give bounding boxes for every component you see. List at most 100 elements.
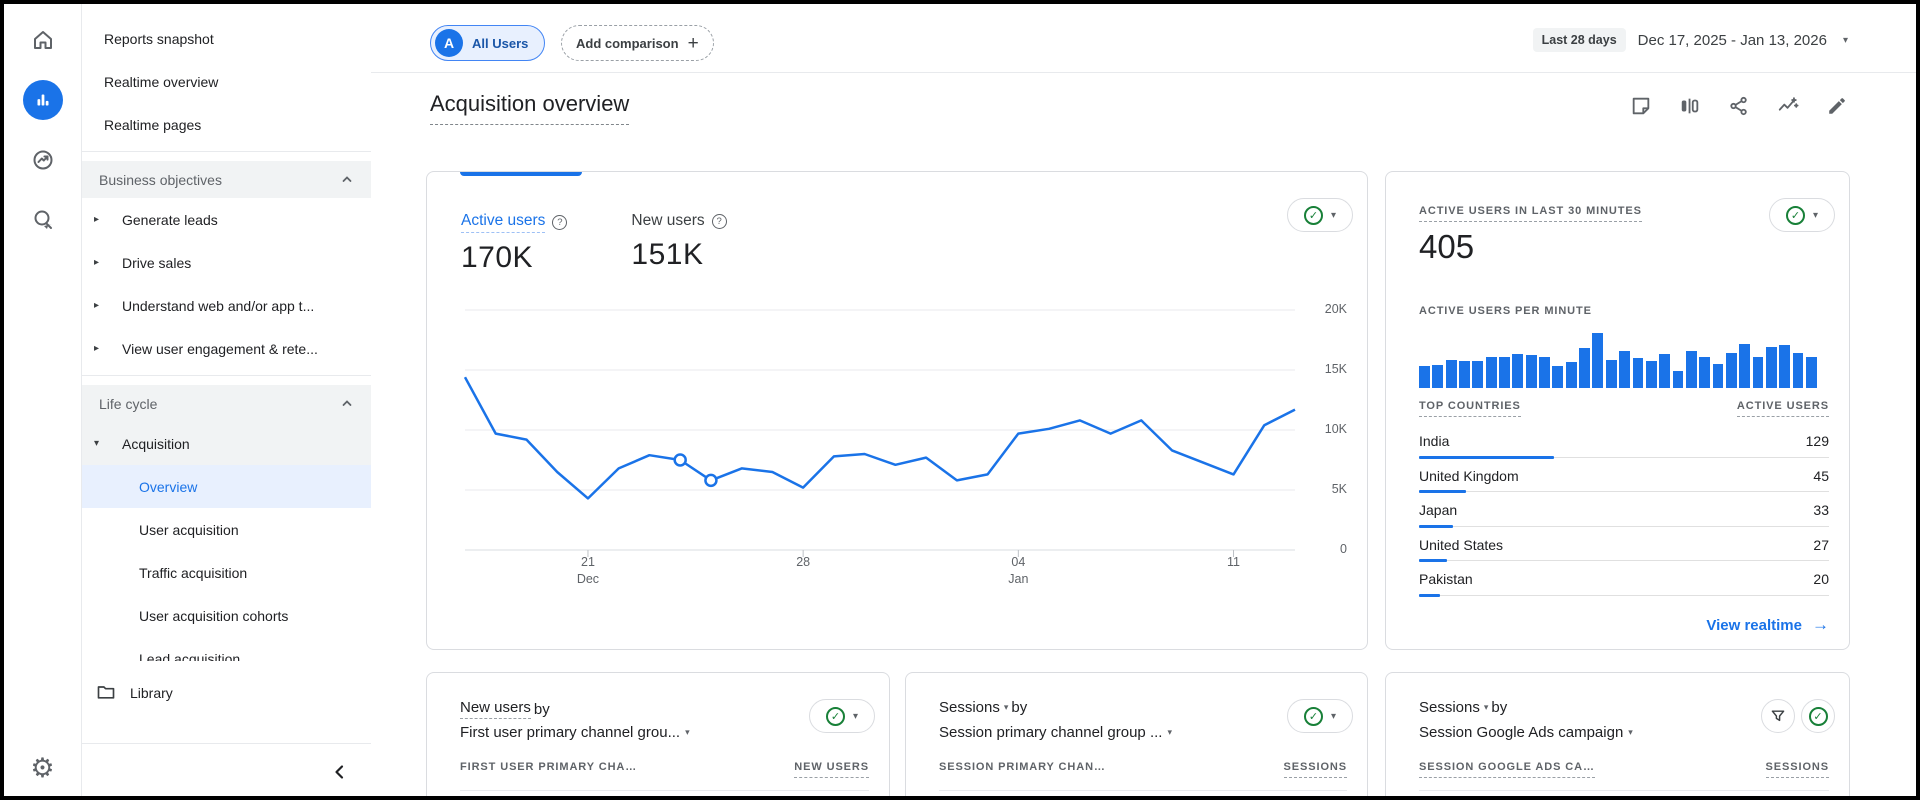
sidebar-item-reports-snapshot[interactable]: Reports snapshot xyxy=(82,17,371,60)
column-header-metric[interactable]: SESSIONS xyxy=(1283,761,1347,778)
sidebar-item-realtime-pages[interactable]: Realtime pages xyxy=(82,103,371,146)
dimension-selector[interactable]: Session primary channel group ... ▾ xyxy=(939,724,1172,741)
per-minute-bar[interactable] xyxy=(1539,356,1550,388)
view-realtime-link[interactable]: View realtime → xyxy=(1706,615,1829,635)
help-icon[interactable]: ? xyxy=(711,213,727,229)
per-minute-bar[interactable] xyxy=(1659,353,1671,388)
per-minute-bar[interactable] xyxy=(1699,356,1711,388)
tree-collapsed-icon[interactable]: ▸ xyxy=(82,214,122,225)
advertising-icon[interactable] xyxy=(23,140,63,180)
sidebar-item-lead-acquisition[interactable]: Lead acquisition xyxy=(82,637,371,662)
column-header-dimension[interactable]: SESSION PRIMARY CHAN… xyxy=(939,761,1106,778)
column-header-metric[interactable]: SESSIONS xyxy=(1765,761,1829,778)
per-minute-bar[interactable] xyxy=(1419,366,1430,388)
sidebar-section-life-cycle[interactable]: Life cycle xyxy=(82,385,371,422)
column-header-dimension[interactable]: SESSION GOOGLE ADS CA… xyxy=(1419,761,1595,778)
column-header-dimension[interactable]: FIRST USER PRIMARY CHA… xyxy=(460,761,637,778)
feedback-note-icon[interactable] xyxy=(1630,95,1652,117)
per-minute-bar[interactable] xyxy=(1792,352,1804,388)
insights-icon[interactable] xyxy=(1777,95,1799,117)
country-row[interactable]: United Kingdom 45 xyxy=(1419,460,1829,495)
data-quality-dropdown[interactable]: ✓ ▾ xyxy=(1287,198,1353,232)
per-minute-bar[interactable] xyxy=(1685,350,1697,388)
country-row[interactable]: Japan 33 xyxy=(1419,494,1829,529)
chevron-up-icon[interactable] xyxy=(341,396,353,412)
per-minute-bar[interactable] xyxy=(1579,348,1590,388)
sidebar-item-overview[interactable]: Overview xyxy=(82,465,371,508)
data-quality-dropdown[interactable]: ✓ ▾ xyxy=(809,699,875,733)
sidebar-item-understand-web-app[interactable]: ▸ Understand web and/or app t... xyxy=(82,284,371,327)
active-users-line-chart[interactable] xyxy=(461,306,1301,562)
country-row[interactable]: India 129 xyxy=(1419,425,1829,460)
active-users-label[interactable]: Active users xyxy=(461,212,546,233)
annotation-marker[interactable] xyxy=(704,473,718,488)
add-comparison-button[interactable]: Add comparison + xyxy=(561,25,714,61)
per-minute-bar[interactable] xyxy=(1592,332,1604,388)
per-minute-bar[interactable] xyxy=(1552,366,1564,388)
tree-collapsed-icon[interactable]: ▸ xyxy=(82,300,122,311)
country-row[interactable]: Pakistan 20 xyxy=(1419,563,1829,598)
data-quality-dropdown[interactable]: ✓ ▾ xyxy=(1287,699,1353,733)
per-minute-bar[interactable] xyxy=(1472,360,1484,388)
sidebar-item-generate-leads[interactable]: ▸ Generate leads xyxy=(82,198,371,241)
per-minute-bar[interactable] xyxy=(1805,356,1817,388)
share-icon[interactable] xyxy=(1728,95,1750,117)
per-minute-bar[interactable] xyxy=(1605,359,1617,388)
explore-icon[interactable] xyxy=(23,200,63,240)
sidebar-item-user-acquisition-cohorts[interactable]: User acquisition cohorts xyxy=(82,594,371,637)
data-quality-button[interactable]: ✓ xyxy=(1801,699,1835,733)
per-minute-bar[interactable] xyxy=(1459,360,1470,388)
per-minute-bar[interactable] xyxy=(1499,356,1510,388)
per-minute-bar[interactable] xyxy=(1672,370,1684,388)
sidebar-item-view-user-engagement[interactable]: ▸ View user engagement & rete... xyxy=(82,327,371,370)
dimension-selector[interactable]: First user primary channel grou... ▾ xyxy=(460,724,690,741)
help-icon[interactable]: ? xyxy=(552,215,568,230)
per-minute-bar[interactable] xyxy=(1512,353,1524,388)
per-minute-bar[interactable] xyxy=(1565,362,1577,388)
collapse-sidebar-icon[interactable] xyxy=(331,763,349,786)
per-minute-bar-chart[interactable] xyxy=(1419,331,1817,388)
card-metric-label[interactable]: Sessions xyxy=(1419,699,1480,716)
sidebar-item-user-acquisition[interactable]: User acquisition xyxy=(82,508,371,551)
filter-button[interactable] xyxy=(1761,699,1795,733)
realtime-title[interactable]: ACTIVE USERS IN LAST 30 MINUTES xyxy=(1419,205,1642,222)
reports-icon[interactable] xyxy=(22,80,63,120)
edit-pencil-icon[interactable] xyxy=(1826,95,1848,117)
per-minute-bar[interactable] xyxy=(1712,364,1724,388)
date-range-picker[interactable]: Last 28 days Dec 17, 2025 - Jan 13, 2026… xyxy=(1532,28,1848,52)
sidebar-section-business-objectives[interactable]: Business objectives xyxy=(82,161,371,198)
tree-expanded-icon[interactable]: ▾ xyxy=(82,438,122,449)
data-quality-dropdown[interactable]: ✓ ▾ xyxy=(1769,198,1835,232)
per-minute-bar[interactable] xyxy=(1485,356,1497,388)
per-minute-bar[interactable] xyxy=(1739,343,1751,388)
country-row[interactable]: United States 27 xyxy=(1419,529,1829,564)
chevron-up-icon[interactable] xyxy=(341,172,353,188)
per-minute-bar[interactable] xyxy=(1725,352,1737,388)
sidebar-item-drive-sales[interactable]: ▸ Drive sales xyxy=(82,241,371,284)
tree-collapsed-icon[interactable]: ▸ xyxy=(82,257,122,268)
per-minute-bar[interactable] xyxy=(1632,358,1644,388)
per-minute-bar[interactable] xyxy=(1525,354,1537,388)
card-metric-label[interactable]: New users xyxy=(460,699,531,719)
dimension-selector[interactable]: Session Google Ads campaign ▾ xyxy=(1419,724,1633,741)
sidebar-item-traffic-acquisition[interactable]: Traffic acquisition xyxy=(82,551,371,594)
per-minute-bar[interactable] xyxy=(1779,345,1791,388)
per-minute-bar[interactable] xyxy=(1765,347,1777,388)
compare-reports-icon[interactable] xyxy=(1679,95,1701,117)
per-minute-bar[interactable] xyxy=(1432,365,1444,388)
active-users-header[interactable]: ACTIVE USERS xyxy=(1736,400,1829,417)
per-minute-bar[interactable] xyxy=(1645,360,1657,388)
settings-gear-icon[interactable]: ⚙ xyxy=(30,755,54,782)
all-users-comparison-chip[interactable]: A All Users xyxy=(430,25,546,61)
tree-collapsed-icon[interactable]: ▸ xyxy=(82,343,122,354)
per-minute-bar[interactable] xyxy=(1752,356,1764,388)
annotation-marker[interactable] xyxy=(673,453,687,467)
top-countries-header[interactable]: TOP COUNTRIES xyxy=(1419,400,1521,417)
card-metric-label[interactable]: Sessions xyxy=(939,699,1000,716)
home-icon[interactable] xyxy=(23,20,63,60)
sidebar-item-library[interactable]: Library xyxy=(82,671,371,715)
per-minute-bar[interactable] xyxy=(1619,350,1630,388)
sidebar-item-acquisition[interactable]: ▾ Acquisition xyxy=(82,422,371,465)
column-header-metric[interactable]: NEW USERS xyxy=(794,761,869,778)
sidebar-item-realtime-overview[interactable]: Realtime overview xyxy=(82,60,371,103)
